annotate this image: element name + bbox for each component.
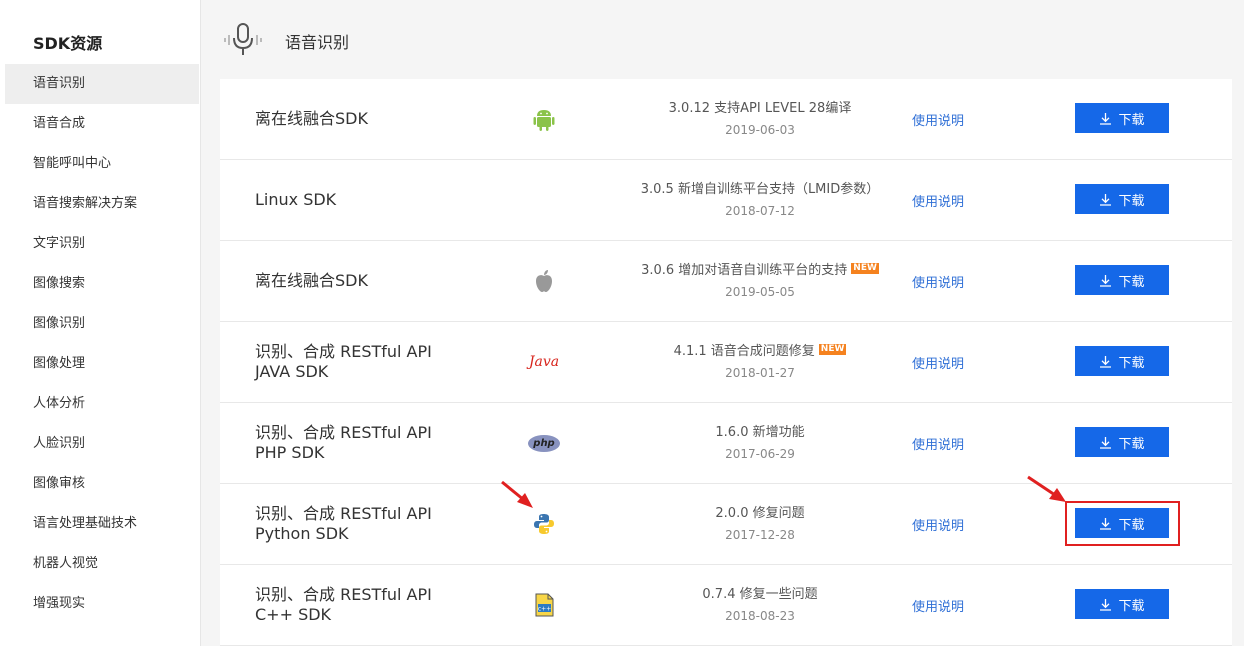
sidebar-item-robot-vision[interactable]: 机器人视觉 — [5, 544, 199, 584]
download-button[interactable]: 下载 — [1075, 184, 1169, 214]
download-button[interactable]: 下载 — [1075, 589, 1169, 619]
sidebar-item-nlp[interactable]: 语言处理基础技术 — [5, 504, 199, 544]
usage-doc-link[interactable]: 使用说明 — [912, 110, 964, 129]
release-date: 2017-12-28 — [725, 528, 795, 542]
python-icon — [530, 510, 558, 538]
usage-doc-link[interactable]: 使用说明 — [912, 353, 964, 372]
sdk-name: 识别、合成 RESTful API C++ SDK — [255, 585, 432, 624]
version-info: 3.0.12 支持API LEVEL 28编译 2019-06-03 — [590, 97, 930, 137]
sdk-name: 离在线融合SDK — [255, 109, 368, 128]
version-info: 3.0.6 增加对语音自训练平台的支持 NEW 2019-05-05 — [590, 259, 930, 299]
release-date: 2019-05-05 — [725, 285, 795, 299]
sidebar-item-face-recognition[interactable]: 人脸识别 — [5, 424, 199, 464]
download-icon — [1100, 112, 1112, 125]
download-button[interactable]: 下载 — [1075, 265, 1169, 295]
android-icon — [530, 105, 558, 133]
version-text: 2.0.0 修复问题 — [715, 506, 805, 521]
sidebar: SDK资源 语音识别 语音合成 智能呼叫中心 语音搜索解决方案 文字识别 图像搜… — [0, 0, 200, 646]
sdk-name: 识别、合成 RESTful API Python SDK — [255, 504, 432, 543]
sidebar-item-image-moderation[interactable]: 图像审核 — [5, 464, 199, 504]
sidebar-item-voice-search[interactable]: 语音搜索解决方案 — [5, 184, 199, 224]
usage-doc-link[interactable]: 使用说明 — [912, 272, 964, 291]
version-text: 3.0.5 新增自训练平台支持（LMID参数） — [640, 182, 880, 197]
download-label: 下载 — [1118, 112, 1145, 128]
release-date: 2018-08-23 — [725, 609, 795, 623]
sdk-table: 离在线融合SDK 3.0.12 支持API LEVEL 28编译 2019-06… — [220, 79, 1232, 646]
table-row: 离在线融合SDK 3.0.6 增加对语音自训练平台的支持 NEW 2019-05-… — [220, 241, 1232, 322]
release-date: 2017-06-29 — [725, 447, 795, 461]
version-text: 3.0.6 增加对语音自训练平台的支持 — [641, 263, 848, 278]
sidebar-item-image-recognition[interactable]: 图像识别 — [5, 304, 199, 344]
download-icon — [1100, 355, 1112, 368]
version-info: 1.6.0 新增功能 2017-06-29 — [590, 421, 930, 461]
usage-doc-link[interactable]: 使用说明 — [912, 434, 964, 453]
sidebar-item-ar[interactable]: 增强现实 — [5, 584, 199, 624]
apple-icon — [530, 267, 558, 295]
php-icon: php — [527, 429, 561, 457]
sidebar-title: SDK资源 — [33, 34, 103, 53]
usage-doc-link[interactable]: 使用说明 — [912, 515, 964, 534]
download-label: 下载 — [1118, 436, 1145, 452]
new-badge: NEW — [818, 344, 847, 355]
version-text: 4.1.1 语音合成问题修复 — [673, 344, 815, 359]
cpp-icon: c++ — [530, 591, 558, 619]
sidebar-item-body-analysis[interactable]: 人体分析 — [5, 384, 199, 424]
download-button[interactable]: 下载 — [1075, 346, 1169, 376]
svg-text:c++: c++ — [538, 606, 551, 613]
version-info: 2.0.0 修复问题 2017-12-28 — [590, 502, 930, 542]
version-info: 0.7.4 修复一些问题 2018-08-23 — [590, 583, 930, 623]
release-date: 2018-01-27 — [725, 366, 795, 380]
table-row: 离在线融合SDK 3.0.12 支持API LEVEL 28编译 2019-06… — [220, 79, 1232, 160]
table-row: Linux SDK 3.0.5 新增自训练平台支持（LMID参数） 2018-0… — [220, 160, 1232, 241]
highlight-box — [1065, 501, 1180, 546]
sdk-name: 识别、合成 RESTful API JAVA SDK — [255, 342, 432, 381]
sdk-name: 识别、合成 RESTful API PHP SDK — [255, 423, 432, 462]
download-label: 下载 — [1118, 355, 1145, 371]
sidebar-divider — [200, 0, 201, 646]
usage-doc-link[interactable]: 使用说明 — [912, 596, 964, 615]
download-label: 下载 — [1118, 274, 1145, 290]
sidebar-item-speech-synthesis[interactable]: 语音合成 — [5, 104, 199, 144]
download-button[interactable]: 下载 — [1075, 427, 1169, 457]
table-row: 识别、合成 RESTful API C++ SDK c++ 0.7.4 修复一些… — [220, 565, 1232, 646]
sidebar-item-call-center[interactable]: 智能呼叫中心 — [5, 144, 199, 184]
sdk-name: 离在线融合SDK — [255, 271, 368, 290]
version-info: 4.1.1 语音合成问题修复 NEW 2018-01-27 — [590, 340, 930, 380]
version-info: 3.0.5 新增自训练平台支持（LMID参数） 2018-07-12 — [590, 178, 930, 218]
download-icon — [1100, 436, 1112, 449]
new-badge: NEW — [851, 263, 879, 274]
table-row: 识别、合成 RESTful API PHP SDK php 1.6.0 新增功能… — [220, 403, 1232, 484]
version-text: 1.6.0 新增功能 — [715, 425, 805, 440]
sidebar-item-image-processing[interactable]: 图像处理 — [5, 344, 199, 384]
download-button[interactable]: 下载 — [1075, 103, 1169, 133]
sdk-name: Linux SDK — [255, 190, 337, 209]
sidebar-menu: 语音识别 语音合成 智能呼叫中心 语音搜索解决方案 文字识别 图像搜索 图像识别… — [5, 64, 199, 624]
page-title: 语音识别 — [285, 33, 350, 52]
microphone-icon — [222, 18, 264, 60]
usage-doc-link[interactable]: 使用说明 — [912, 191, 964, 210]
download-icon — [1100, 598, 1112, 611]
download-icon — [1100, 274, 1112, 287]
release-date: 2019-06-03 — [725, 123, 795, 137]
version-text: 0.7.4 修复一些问题 — [702, 587, 818, 602]
java-icon: Java — [528, 354, 560, 370]
sidebar-item-image-search[interactable]: 图像搜索 — [5, 264, 199, 304]
release-date: 2018-07-12 — [725, 204, 795, 218]
download-icon — [1100, 193, 1112, 206]
download-label: 下载 — [1118, 598, 1145, 614]
table-row: 识别、合成 RESTful API JAVA SDK Java 4.1.1 语音… — [220, 322, 1232, 403]
download-label: 下载 — [1118, 193, 1145, 209]
sidebar-item-ocr[interactable]: 文字识别 — [5, 224, 199, 264]
version-text: 3.0.12 支持API LEVEL 28编译 — [668, 101, 852, 116]
sidebar-item-speech-recognition[interactable]: 语音识别 — [5, 64, 199, 104]
